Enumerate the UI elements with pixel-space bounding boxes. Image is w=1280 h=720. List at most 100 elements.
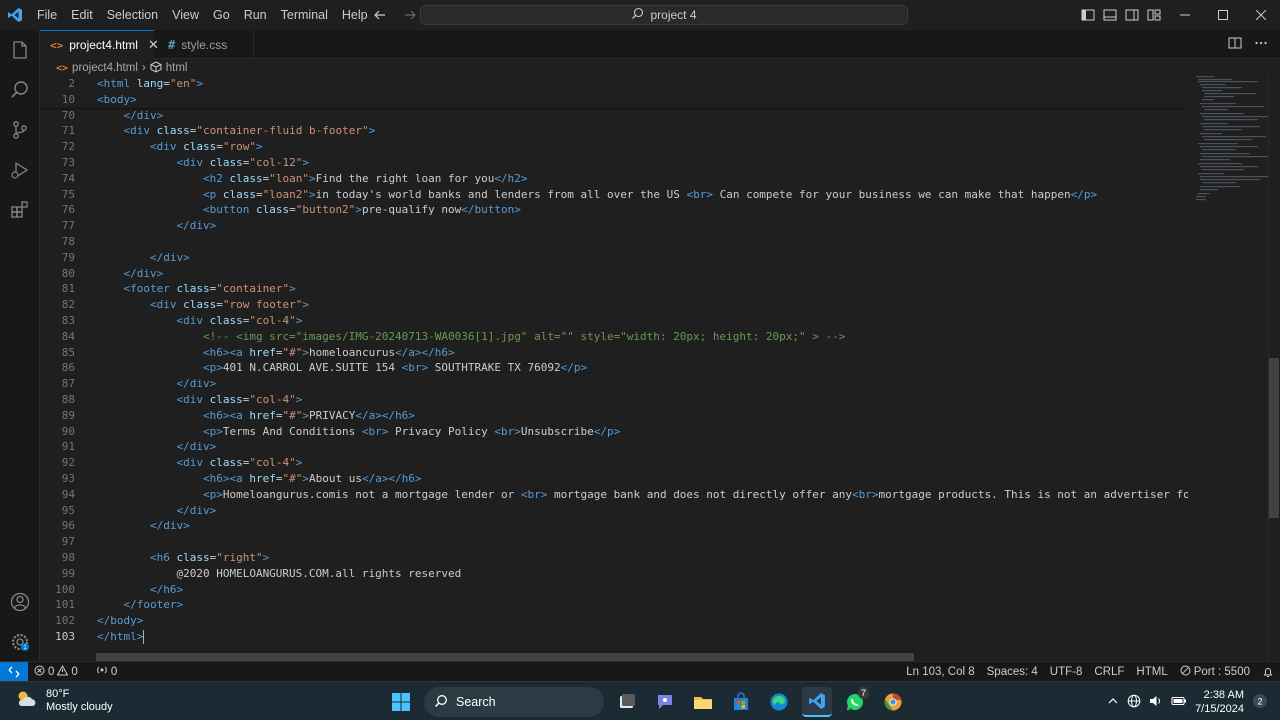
breadcrumb-symbol[interactable]: html bbox=[166, 62, 188, 74]
code-line[interactable]: 76 <button class="button2">pre-qualify n… bbox=[40, 202, 1188, 218]
split-editor-icon[interactable] bbox=[1228, 36, 1242, 53]
toggle-secondary-sidebar-icon[interactable] bbox=[1124, 7, 1140, 23]
menu-terminal[interactable]: Terminal bbox=[274, 0, 335, 30]
back-arrow-icon[interactable] bbox=[372, 7, 388, 23]
language-mode[interactable]: HTML bbox=[1130, 662, 1173, 682]
code-line[interactable]: 83 <div class="col-4"> bbox=[40, 313, 1188, 329]
language-globe-icon[interactable] bbox=[1127, 694, 1141, 711]
code-text: </div> bbox=[97, 266, 164, 282]
code-line[interactable]: 82 <div class="row footer"> bbox=[40, 297, 1188, 313]
code-editor[interactable]: 2 <html lang="en"> 10 <body> 70 </div> 71 <di… bbox=[40, 76, 1188, 648]
vscode-logo-icon bbox=[0, 0, 30, 30]
code-line[interactable]: 79 </div> bbox=[40, 250, 1188, 266]
code-line[interactable]: 81 <footer class="container"> bbox=[40, 281, 1188, 297]
maximize-icon[interactable] bbox=[1204, 0, 1242, 30]
menu-run[interactable]: Run bbox=[237, 0, 274, 30]
tab-project4-html[interactable]: <> project4.html ✕ bbox=[40, 30, 159, 59]
taskbar-search[interactable]: Search bbox=[424, 687, 604, 717]
system-clock[interactable]: 2:38 AM 7/15/2024 bbox=[1195, 688, 1244, 716]
task-view-icon[interactable] bbox=[612, 687, 642, 717]
code-line[interactable]: 87 </div> bbox=[40, 376, 1188, 392]
minimize-icon[interactable] bbox=[1166, 0, 1204, 30]
code-line[interactable]: 93 <h6><a href="#">About us</a></h6> bbox=[40, 471, 1188, 487]
code-line[interactable]: 97 bbox=[40, 534, 1188, 550]
code-line[interactable]: 74 <h2 class="loan">Find the right loan … bbox=[40, 171, 1188, 187]
code-line[interactable]: 80 </div> bbox=[40, 266, 1188, 282]
weather-widget[interactable]: 80°F Mostly cloudy bbox=[14, 687, 113, 714]
horizontal-scrollbar-thumb[interactable] bbox=[96, 653, 914, 661]
code-line[interactable]: 91 </div> bbox=[40, 439, 1188, 455]
more-actions-icon[interactable] bbox=[1254, 36, 1268, 53]
code-line[interactable]: 95 </div> bbox=[40, 503, 1188, 519]
notifications-bell-icon[interactable] bbox=[1256, 662, 1280, 682]
code-line[interactable]: 88 <div class="col-4"> bbox=[40, 392, 1188, 408]
code-line[interactable]: 99 @2020 HOMELOANGURUS.COM.all rights re… bbox=[40, 566, 1188, 582]
command-center-search[interactable]: project 4 bbox=[420, 5, 908, 25]
close-icon[interactable] bbox=[1242, 0, 1280, 30]
problems-status[interactable]: 0 0 bbox=[28, 662, 84, 682]
code-line[interactable]: 103 </html> bbox=[40, 629, 1188, 645]
menu-selection[interactable]: Selection bbox=[100, 0, 165, 30]
toggle-primary-sidebar-icon[interactable] bbox=[1080, 7, 1096, 23]
code-line[interactable]: 85 <h6><a href="#">homeloancurus</a></h6… bbox=[40, 345, 1188, 361]
code-line[interactable]: 94 <p>Homeloangurus.comis not a mortgage… bbox=[40, 487, 1188, 503]
edge-browser-icon[interactable] bbox=[764, 687, 794, 717]
menu-view[interactable]: View bbox=[165, 0, 206, 30]
code-line[interactable]: 77 </div> bbox=[40, 218, 1188, 234]
windows-start-icon[interactable] bbox=[386, 687, 416, 717]
code-line[interactable]: 102 </body> bbox=[40, 613, 1188, 629]
code-line[interactable]: 89 <h6><a href="#">PRIVACY</a></h6> bbox=[40, 408, 1188, 424]
minimap[interactable] bbox=[1188, 76, 1270, 216]
code-line[interactable]: 73 <div class="col-12"> bbox=[40, 155, 1188, 171]
volume-icon[interactable] bbox=[1149, 694, 1163, 711]
customize-layout-icon[interactable] bbox=[1146, 7, 1162, 23]
cursor-position[interactable]: Ln 103, Col 8 bbox=[900, 662, 980, 682]
code-line[interactable]: 86 <p>401 N.CARROL AVE.SUITE 154 <br> SO… bbox=[40, 360, 1188, 376]
code-line[interactable]: 92 <div class="col-4"> bbox=[40, 455, 1188, 471]
file-explorer-icon[interactable] bbox=[688, 687, 718, 717]
tab-style-css[interactable]: # style.css bbox=[154, 30, 254, 59]
search-activity-icon[interactable] bbox=[0, 70, 40, 110]
run-debug-icon[interactable] bbox=[0, 150, 40, 190]
forward-arrow-icon[interactable] bbox=[402, 7, 418, 23]
teams-chat-icon[interactable] bbox=[650, 687, 680, 717]
menu-file[interactable]: File bbox=[30, 0, 64, 30]
ports-status[interactable]: 0 bbox=[90, 662, 123, 682]
microsoft-store-icon[interactable] bbox=[726, 687, 756, 717]
encoding[interactable]: UTF-8 bbox=[1044, 662, 1089, 682]
vertical-scrollbar-thumb[interactable] bbox=[1269, 358, 1279, 518]
accounts-icon[interactable] bbox=[0, 582, 40, 622]
whatsapp-icon[interactable]: 7 bbox=[840, 687, 870, 717]
explorer-icon[interactable] bbox=[0, 30, 40, 70]
chrome-canary-icon[interactable] bbox=[878, 687, 908, 717]
source-control-icon[interactable] bbox=[0, 110, 40, 150]
breadcrumb-file[interactable]: project4.html bbox=[72, 62, 138, 74]
extensions-icon[interactable] bbox=[0, 190, 40, 230]
code-line[interactable]: 96 </div> bbox=[40, 518, 1188, 534]
code-line[interactable]: 2 <html lang="en"> bbox=[40, 76, 1188, 92]
code-line[interactable]: 84 <!-- <img src="images/IMG-20240713-WA… bbox=[40, 329, 1188, 345]
remote-window-icon[interactable] bbox=[0, 661, 28, 682]
menu-go[interactable]: Go bbox=[206, 0, 237, 30]
code-line[interactable]: 75 <p class="loan2">in today's world ban… bbox=[40, 187, 1188, 203]
live-server-port[interactable]: Port : 5500 bbox=[1174, 662, 1256, 682]
indentation[interactable]: Spaces: 4 bbox=[981, 662, 1044, 682]
code-token: About us bbox=[308, 472, 362, 485]
code-line[interactable]: 98 <h6 class="right"> bbox=[40, 550, 1188, 566]
code-line[interactable]: 100 </h6> bbox=[40, 582, 1188, 598]
notification-center-icon[interactable]: 2 bbox=[1252, 693, 1268, 712]
code-line[interactable]: 72 <div class="row"> bbox=[40, 139, 1188, 155]
toggle-panel-icon[interactable] bbox=[1102, 7, 1118, 23]
code-line[interactable]: 90 <p>Terms And Conditions <br> Privacy … bbox=[40, 424, 1188, 440]
code-line[interactable]: 10 <body> bbox=[40, 92, 1188, 108]
settings-gear-icon[interactable]: 1 bbox=[0, 622, 40, 662]
code-line[interactable]: 71 <div class="container-fluid b-footer"… bbox=[40, 123, 1188, 139]
vscode-taskbar-icon[interactable] bbox=[802, 687, 832, 717]
menu-edit[interactable]: Edit bbox=[64, 0, 100, 30]
battery-icon[interactable] bbox=[1171, 694, 1187, 711]
code-line[interactable]: 78 bbox=[40, 234, 1188, 250]
show-hidden-icons-chevron-icon[interactable] bbox=[1107, 695, 1119, 710]
menu-help[interactable]: Help bbox=[335, 0, 375, 30]
code-line[interactable]: 101 </footer> bbox=[40, 597, 1188, 613]
end-of-line[interactable]: CRLF bbox=[1088, 662, 1130, 682]
